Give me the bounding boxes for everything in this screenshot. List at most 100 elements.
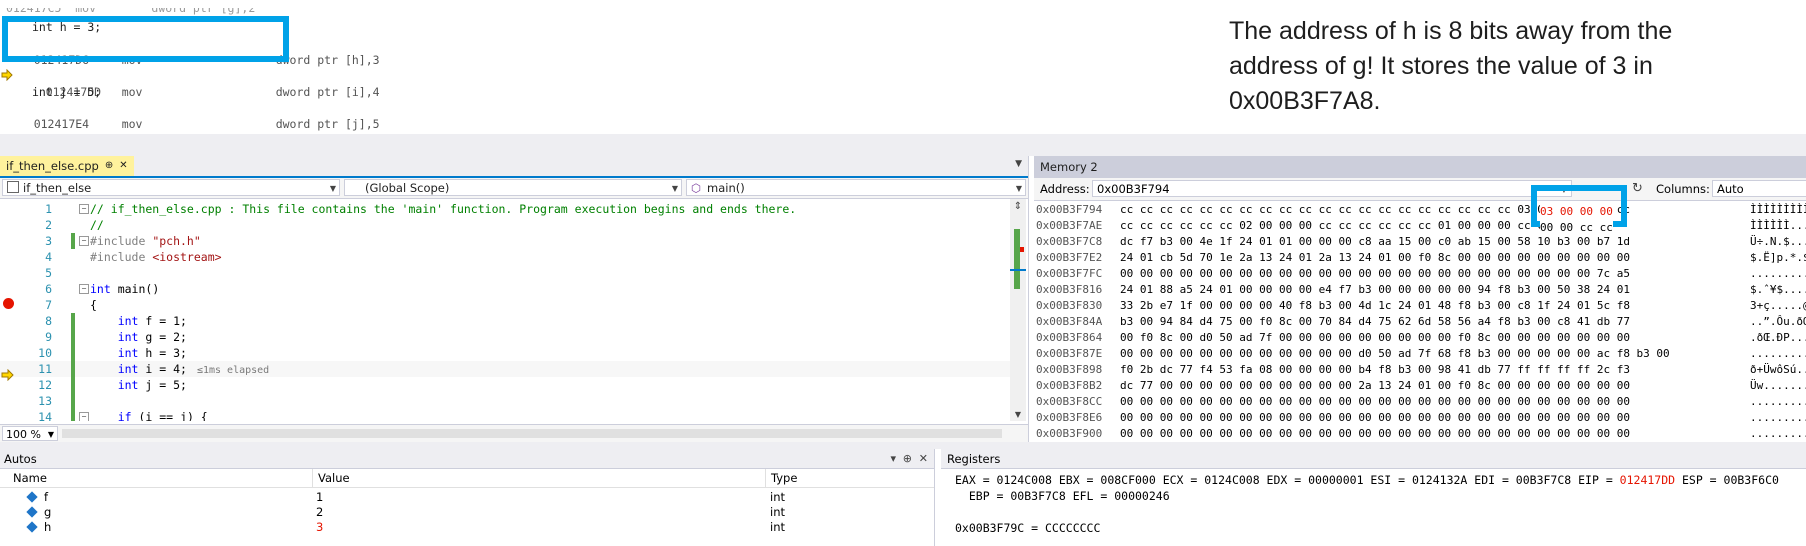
code-line: 1 − // if_then_else.cpp : This file cont…: [45, 202, 797, 216]
fold-toggle-icon[interactable]: −: [79, 284, 89, 294]
tab-if-then-else-cpp[interactable]: if_then_else.cpp ⊕ ✕: [0, 156, 134, 176]
memory-address: 0x00B3F816: [1036, 283, 1103, 296]
memory-row[interactable]: 0x00B3F7E2 24 01 cb 5d 70 1e 2a 13 24 01 …: [1036, 250, 1806, 266]
memory-ascii: Ü÷.N.$.....Èª..Àk.: [1750, 235, 1806, 248]
autos-row[interactable]: h 3 int: [0, 519, 934, 536]
code-line: 14 − if (i == j) {: [0, 409, 1010, 421]
code-line: 10 int h = 3;: [38, 345, 187, 361]
memory-row[interactable]: 0x00B3F84A b3 00 94 84 d4 75 00 f0 8c 00 …: [1036, 314, 1806, 330]
code-editor: if_then_else.cpp ⊕ ✕ ▼ if_then_else ▼ (Gl…: [0, 156, 1029, 443]
separator-band: [0, 134, 1806, 156]
syntax-line: int main(): [90, 282, 160, 296]
disassembly-partial-line: 012417C5 mov dword ptr [g],2: [6, 1, 256, 15]
autos-name: h: [44, 520, 52, 534]
scope-dropdown[interactable]: (Global Scope) ▼: [344, 179, 682, 196]
address-input[interactable]: 0x00B3F794 ▼: [1092, 180, 1572, 197]
memory-window: Memory 2 Address: 0x00B3F794 ▼ ↻ Columns…: [1034, 156, 1806, 442]
horizontal-scrollbar[interactable]: [62, 429, 1002, 438]
chevron-down-icon[interactable]: ▾: [890, 449, 896, 469]
code-line: 9 int g = 2;: [45, 329, 187, 345]
chevron-down-icon[interactable]: ▼: [1012, 410, 1024, 419]
pin-icon[interactable]: ⊕: [105, 156, 113, 176]
code-line: 12 int j = 5;: [38, 377, 187, 393]
change-marker: [71, 409, 75, 421]
navigation-bar: if_then_else ▼ (Global Scope) ▼ ⬡ main() ▼: [0, 178, 1028, 199]
scroll-marker: [1010, 269, 1026, 271]
column-header-value[interactable]: Value: [312, 469, 766, 487]
change-marker: [71, 345, 75, 361]
memory-row[interactable]: 0x00B3F816 24 01 88 a5 24 01 00 00 00 00 …: [1036, 282, 1806, 298]
memory-row[interactable]: 0x00B3F7C8 dc f7 b3 00 4e 1f 24 01 01 00 …: [1036, 234, 1806, 250]
refresh-icon[interactable]: ↻: [1632, 178, 1643, 200]
split-icon[interactable]: ⇕: [1012, 201, 1024, 212]
code-line: 2 //: [45, 218, 104, 232]
syntax-line: int j = 5;: [117, 378, 187, 392]
zoom-dropdown[interactable]: 100 % ▼: [2, 426, 58, 441]
memory-row[interactable]: 0x00B3F8CC 00 00 00 00 00 00 00 00 00 00 …: [1036, 394, 1806, 410]
memory-bytes: cc cc cc cc cc cc 02 00 00 00 cc cc cc c…: [1120, 219, 1551, 232]
panel-divider[interactable]: [0, 442, 1806, 449]
code-line: 5: [45, 266, 52, 280]
vertical-scrollbar[interactable]: ⇕ ▼: [1010, 199, 1026, 421]
chevron-down-icon: ▼: [47, 430, 54, 439]
close-icon[interactable]: ✕: [119, 156, 127, 176]
register-watch-line: 0x00B3F79C = CCCCCCCC: [955, 521, 1101, 535]
syntax-line: int h = 3;: [117, 346, 187, 360]
autos-type: int: [770, 520, 785, 534]
chevron-down-icon: ▼: [1015, 184, 1022, 193]
register-line: EBP = 00B3F7C8 EFL = 00000246: [955, 489, 1170, 503]
memory-row[interactable]: 0x00B3F794 cc cc cc cc cc cc cc cc cc cc …: [1036, 202, 1806, 218]
memory-ascii: ÌÌÌÌÌÌÌÌÌÌÌÌÌÌÌÌÌÌÌÌ: [1750, 203, 1806, 216]
chevron-down-icon[interactable]: ▼: [1015, 159, 1022, 169]
memory-row[interactable]: 0x00B3F8E6 00 00 00 00 00 00 00 00 00 00 …: [1036, 410, 1806, 426]
code-line: 4 #include <iostream>: [45, 250, 222, 264]
pin-icon[interactable]: ⊕: [903, 449, 912, 469]
memory-bytes: 00 00 00 00 00 00 00 00 00 00 00 00 d0 5…: [1120, 347, 1670, 360]
change-marker: [71, 233, 75, 249]
columns-dropdown[interactable]: Auto: [1712, 180, 1806, 197]
change-marker: [71, 313, 75, 329]
memory-row[interactable]: 0x00B3F864 00 f0 8c 00 d0 50 ad 7f 00 00 …: [1036, 330, 1806, 346]
memory-ascii: $.ˆ¥$.....ä÷......”: [1750, 283, 1806, 296]
memory-ascii: .ðŒ.ÐP...........ðŒ: [1750, 331, 1806, 344]
memory-row[interactable]: 0x00B3F8B2 dc 77 00 00 00 00 00 00 00 00 …: [1036, 378, 1806, 394]
autos-header: Name Value Type: [0, 469, 934, 488]
fold-toggle-icon[interactable]: −: [79, 236, 89, 246]
memory-row[interactable]: 0x00B3F87E 00 00 00 00 00 00 00 00 00 00 …: [1036, 346, 1806, 362]
fold-toggle-icon[interactable]: −: [79, 204, 89, 214]
fold-toggle-icon[interactable]: −: [79, 412, 89, 421]
execution-arrow-icon[interactable]: [1, 369, 14, 381]
memory-row[interactable]: 0x00B3F898 f0 2b dc 77 f4 53 fa 08 00 00 …: [1036, 362, 1806, 378]
annotation-note: The address of h is 8 bits away from the…: [1229, 17, 1673, 115]
address-label: Address:: [1040, 182, 1090, 196]
variable-icon: [26, 521, 38, 533]
memory-bytes: f0 2b dc 77 f4 53 fa 08 00 00 00 00 b4 f…: [1120, 363, 1630, 376]
memory-bytes: 00 00 00 00 00 00 00 00 00 00 00 00 00 0…: [1120, 427, 1630, 440]
change-marker: [71, 329, 75, 345]
project-dropdown[interactable]: if_then_else ▼: [2, 179, 340, 196]
memory-row[interactable]: 0x00B3F7FC 00 00 00 00 00 00 00 00 00 00 …: [1036, 266, 1806, 282]
column-header-type[interactable]: Type: [765, 469, 931, 487]
chevron-down-icon: ▼: [671, 184, 678, 193]
memory-bytes: 00 00 00 00 00 00 00 00 00 00 00 00 00 0…: [1120, 411, 1630, 424]
code-line: 3 − #include "pch.h": [45, 233, 201, 249]
autos-value[interactable]: 3: [316, 519, 323, 536]
memory-row[interactable]: 0x00B3F900 00 00 00 00 00 00 00 00 00 00 …: [1036, 426, 1806, 442]
memory-bytes: 33 2b e7 1f 00 00 00 00 40 f8 b3 00 4d 1…: [1120, 299, 1630, 312]
memory-bytes: b3 00 94 84 d4 75 00 f0 8c 00 70 84 d4 7…: [1120, 315, 1630, 328]
memory-rows[interactable]: 0x00B3F794 cc cc cc cc cc cc cc cc cc cc …: [1034, 202, 1806, 442]
include-line: #include "pch.h": [90, 234, 201, 248]
memory-ascii: 3+ç.....@ø..M.$.Hø.: [1750, 299, 1806, 312]
memory-address: 0x00B3F898: [1036, 363, 1103, 376]
function-dropdown[interactable]: ⬡ main() ▼: [686, 179, 1026, 196]
change-marker: [71, 377, 75, 393]
editor-tab-strip: if_then_else.cpp ⊕ ✕ ▼: [0, 156, 1028, 178]
syntax-line: int f = 1;: [117, 314, 187, 328]
breakpoint-icon[interactable]: [3, 298, 14, 309]
close-icon[interactable]: ✕: [919, 449, 928, 469]
memory-row[interactable]: 0x00B3F830 33 2b e7 1f 00 00 00 00 40 f8 …: [1036, 298, 1806, 314]
memory-row[interactable]: 0x00B3F7AE cc cc cc cc cc cc 02 00 00 00 …: [1036, 218, 1806, 234]
code-area[interactable]: 1 − // if_then_else.cpp : This file cont…: [0, 199, 1010, 421]
column-header-name[interactable]: Name: [8, 469, 313, 487]
memory-address: 0x00B3F864: [1036, 331, 1103, 344]
